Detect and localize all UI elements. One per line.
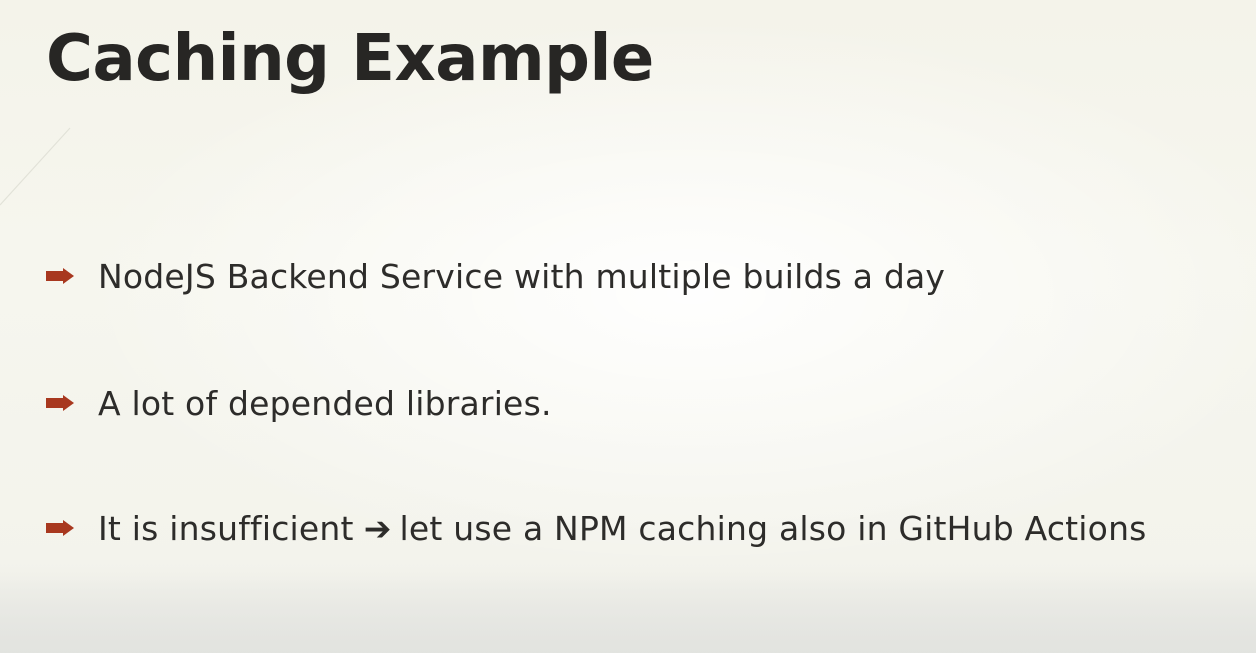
decorative-line	[0, 127, 71, 206]
bullet-text-before: It is insufficient	[98, 508, 354, 548]
arrow-bullet-icon	[46, 520, 74, 536]
bullet-item: It is insufficient ➔ let use a NPM caching…	[46, 508, 1147, 548]
arrow-bullet-icon	[46, 268, 74, 284]
bullet-item: A lot of depended libraries.	[46, 383, 552, 423]
bullet-item: NodeJS Backend Service with multiple bui…	[46, 256, 945, 296]
arrow-bullet-icon	[46, 395, 74, 411]
bullet-text: NodeJS Backend Service with multiple bui…	[98, 256, 946, 296]
bottom-shadow	[0, 563, 1256, 653]
bullet-text-after: let use a NPM caching also in GitHub Act…	[399, 508, 1147, 548]
right-arrow-icon: ➔	[363, 508, 392, 548]
slide: Caching Example NodeJS Backend Service w…	[0, 0, 1256, 653]
bullet-text: It is insufficient ➔ let use a NPM caching…	[98, 509, 1147, 548]
bullet-text: A lot of depended libraries.	[98, 383, 552, 423]
slide-title: Caching Example	[46, 22, 654, 96]
